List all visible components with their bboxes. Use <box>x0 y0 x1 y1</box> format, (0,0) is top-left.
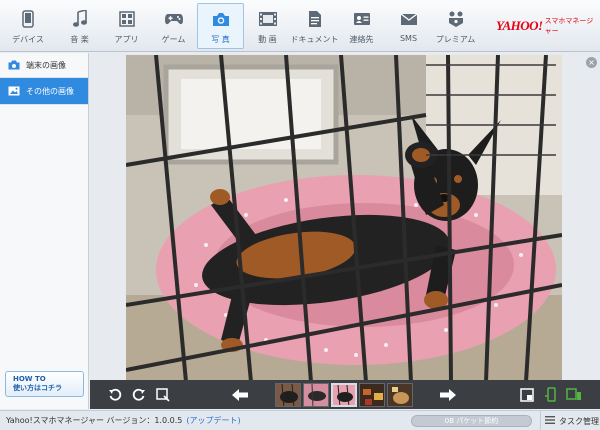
packet-saving-indicator: 0B パケット節約 <box>411 415 532 427</box>
nav-tab-premium-label: プレミアム <box>435 35 476 44</box>
arrow-left-icon <box>232 388 248 401</box>
rotate-left-button[interactable] <box>104 384 126 406</box>
dog-in-cage-photo <box>126 55 562 382</box>
film-icon <box>258 9 278 29</box>
nav-tab-contacts-label: 連絡先 <box>349 35 374 44</box>
sidebar-item-other-images[interactable]: その他の画像 <box>0 78 88 105</box>
nav-tab-documents-label: ドキュメント <box>290 35 339 44</box>
close-viewer-button[interactable]: × <box>586 57 597 68</box>
rotate-right-icon <box>132 388 145 401</box>
thumbnail[interactable] <box>303 383 329 407</box>
nav-tab-device[interactable]: デバイス <box>0 0 56 52</box>
task-manager-button[interactable]: タスク管理 <box>540 411 599 430</box>
status-bar: Yahoo!スマホマネージャー バージョン：1.0.0.5 (アップデート) 0… <box>0 410 600 430</box>
rotate-left-icon <box>109 388 122 401</box>
fit-window-button[interactable] <box>516 384 538 406</box>
brand-logo-text: YAHOO! <box>496 17 543 33</box>
music-note-icon <box>70 9 90 29</box>
crop-icon <box>156 387 170 402</box>
thumbnail[interactable] <box>275 383 301 407</box>
rotate-right-button[interactable] <box>128 384 150 406</box>
sidebar-item-device-images-label: 端末の画像 <box>26 60 66 70</box>
nav-tab-photos-label: 写 真 <box>211 35 230 44</box>
image-icon <box>8 86 20 96</box>
document-icon <box>305 9 325 29</box>
nav-tab-documents[interactable]: ドキュメント <box>290 0 339 52</box>
camera-icon <box>211 9 231 29</box>
send-to-pc-icon <box>566 387 581 400</box>
premium-icon <box>446 9 466 29</box>
photo-viewer: × <box>90 53 600 409</box>
nav-tab-apps[interactable]: アプリ <box>103 0 150 52</box>
nav-tab-premium[interactable]: プレミアム <box>432 0 479 52</box>
thumbnail-selected[interactable] <box>331 383 357 407</box>
yahoo-brand-logo: YAHOO! スマホマネージャー <box>496 0 600 51</box>
nav-tab-game-label: ゲーム <box>161 35 186 44</box>
sidebar: 端末の画像 その他の画像 HOW TO 使い方はコチラ <box>0 53 89 409</box>
howto-subtitle: 使い方はコチラ <box>13 384 62 392</box>
version-text: Yahoo!スマホマネージャー バージョン：1.0.0.5 <box>6 416 183 425</box>
nav-tab-video[interactable]: 動 画 <box>244 0 291 52</box>
contact-card-icon <box>352 9 372 29</box>
nav-tab-sms[interactable]: SMS <box>385 0 432 52</box>
next-photo-button[interactable] <box>437 384 459 406</box>
send-to-phone-button[interactable] <box>540 384 562 406</box>
howto-title: HOW TO <box>13 375 46 383</box>
nav-tab-contacts[interactable]: 連絡先 <box>338 0 385 52</box>
update-link[interactable]: (アップデート) <box>186 415 240 426</box>
top-navigation: デバイス 音 楽 アプリ ゲーム 写 真 動 画 ドキュメント 連絡先 SMS … <box>0 0 600 52</box>
nav-tab-music[interactable]: 音 楽 <box>56 0 103 52</box>
send-to-pc-button[interactable] <box>563 384 585 406</box>
envelope-icon <box>399 9 419 29</box>
camera-icon <box>8 60 20 70</box>
sidebar-item-other-images-label: その他の画像 <box>26 86 74 96</box>
thumbnail[interactable] <box>387 383 413 407</box>
send-to-phone-icon <box>545 386 556 402</box>
nav-tab-photos[interactable]: 写 真 <box>197 3 244 49</box>
thumbnail-strip <box>275 383 413 407</box>
crop-button[interactable] <box>152 384 174 406</box>
thumbnail[interactable] <box>359 383 385 407</box>
list-icon <box>545 416 555 426</box>
arrow-right-icon <box>440 388 456 401</box>
nav-tab-apps-label: アプリ <box>114 35 139 44</box>
nav-tab-game[interactable]: ゲーム <box>150 0 197 52</box>
nav-tab-sms-label: SMS <box>399 34 418 43</box>
nav-tab-music-label: 音 楽 <box>70 35 89 44</box>
brand-subtitle: スマホマネージャー <box>544 16 594 35</box>
gamepad-icon <box>164 9 184 29</box>
fit-window-icon <box>520 387 534 402</box>
nav-tab-device-label: デバイス <box>12 35 44 44</box>
viewer-toolbar <box>90 380 600 409</box>
sidebar-item-device-images[interactable]: 端末の画像 <box>0 53 88 78</box>
apps-grid-icon <box>117 9 137 29</box>
task-manager-label: タスク管理 <box>559 416 599 426</box>
main-photo <box>126 55 562 382</box>
howto-button[interactable]: HOW TO 使い方はコチラ <box>5 371 84 397</box>
phone-icon <box>18 9 38 29</box>
nav-tab-video-label: 動 画 <box>258 35 277 44</box>
previous-photo-button[interactable] <box>229 384 251 406</box>
